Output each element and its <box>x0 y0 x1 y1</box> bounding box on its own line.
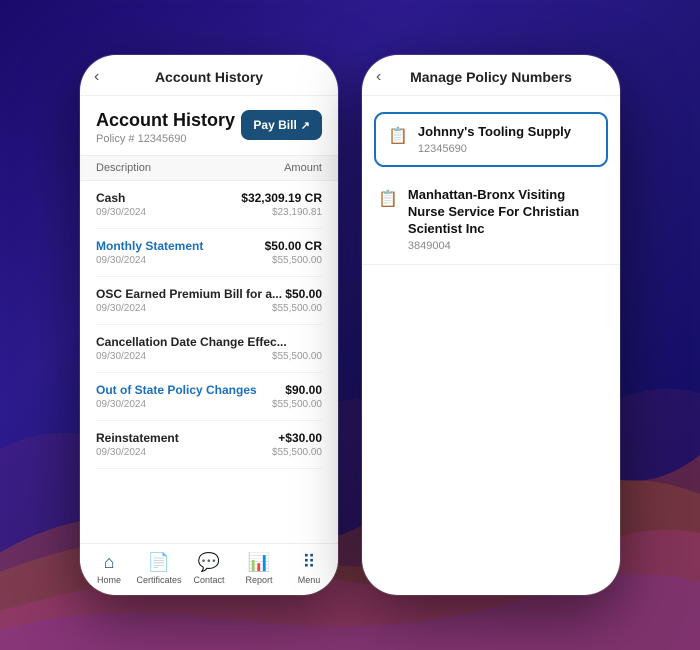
transaction-amount: +$30.00 <box>278 431 322 445</box>
policy-number-label: Policy # 12345690 <box>96 133 235 145</box>
account-title: Account History <box>96 110 235 131</box>
transaction-name: Reinstatement <box>96 431 179 445</box>
transaction-date: 09/30/2024 <box>96 399 146 410</box>
transaction-date: 09/30/2024 <box>96 303 146 314</box>
transaction-amount: $90.00 <box>285 383 322 397</box>
bottom-nav: ⌂ Home 📄 Certificates 💬 Contact 📊 Report ⠿ Menu <box>80 543 338 595</box>
transaction-item[interactable]: Out of State Policy Changes $90.00 09/30/2… <box>96 373 322 421</box>
table-header: Description Amount <box>80 155 338 181</box>
certificates-icon: 📄 <box>148 552 170 573</box>
transaction-sub-amount: $55,500.00 <box>272 351 322 362</box>
policy-item[interactable]: 📋 Manhattan-Bronx Visiting Nurse Service … <box>362 175 620 265</box>
menu-icon: ⠿ <box>302 552 315 573</box>
policy-doc-icon: 📋 <box>388 126 408 146</box>
nav-label-contact: Contact <box>193 575 224 585</box>
transactions-list: Cash $32,309.19 CR 09/30/2024 $23,190.81 Mon… <box>80 181 338 543</box>
transaction-sub-amount: $55,500.00 <box>272 447 322 458</box>
transaction-item: OSC Earned Premium Bill for a...$50.00 09… <box>96 277 322 325</box>
policy-list: 📋 Johnny's Tooling Supply 12345690 📋 Manhatt… <box>362 96 620 595</box>
transaction-name: Out of State Policy Changes <box>96 383 257 397</box>
policy-item[interactable]: 📋 Johnny's Tooling Supply 12345690 <box>374 112 608 167</box>
transaction-amount: $32,309.19 CR <box>241 191 322 205</box>
transaction-amount: $50.00 <box>285 287 322 301</box>
policy-info: Manhattan-Bronx Visiting Nurse Service F… <box>408 187 604 252</box>
description-column-header: Description <box>96 162 151 174</box>
nav-item-home[interactable]: ⌂ Home <box>84 552 134 585</box>
transaction-sub-amount: $55,500.00 <box>272 399 322 410</box>
left-back-button[interactable]: ‹ <box>94 68 99 86</box>
policy-name: Manhattan-Bronx Visiting Nurse Service F… <box>408 187 604 238</box>
report-icon: 📊 <box>248 552 270 573</box>
pay-bill-button[interactable]: Pay Bill ↗ <box>241 110 322 140</box>
policy-doc-icon: 📋 <box>378 189 398 209</box>
account-header: Account History Policy # 12345690 Pay Bi… <box>80 96 338 155</box>
transaction-sub-amount: $23,190.81 <box>272 207 322 218</box>
left-screen-title: Account History <box>155 69 263 85</box>
right-content: 📋 Johnny's Tooling Supply 12345690 📋 Manhatt… <box>362 96 620 595</box>
amount-column-header: Amount <box>284 162 322 174</box>
nav-item-menu[interactable]: ⠿ Menu <box>284 552 334 585</box>
phones-container: ‹ Account History Account History Policy… <box>80 55 620 595</box>
transaction-name: OSC Earned Premium Bill for a... <box>96 287 282 301</box>
right-phone: ‹ Manage Policy Numbers 📋 Johnny's Toolin… <box>362 55 620 595</box>
nav-item-contact[interactable]: 💬 Contact <box>184 552 234 585</box>
transaction-name: Monthly Statement <box>96 239 203 253</box>
nav-label-report: Report <box>245 575 272 585</box>
transaction-date: 09/30/2024 <box>96 351 146 362</box>
transaction-name: Cash <box>96 191 125 205</box>
left-screen-header: ‹ Account History <box>80 55 338 96</box>
transaction-sub-amount: $55,500.00 <box>272 255 322 266</box>
right-screen-title: Manage Policy Numbers <box>410 69 572 85</box>
home-icon: ⌂ <box>104 552 115 573</box>
right-screen-header: ‹ Manage Policy Numbers <box>362 55 620 96</box>
nav-label-menu: Menu <box>298 575 321 585</box>
left-phone: ‹ Account History Account History Policy… <box>80 55 338 595</box>
transaction-date: 09/30/2024 <box>96 255 146 266</box>
transaction-date: 09/30/2024 <box>96 207 146 218</box>
transaction-amount: $50.00 CR <box>265 239 322 253</box>
transaction-sub-amount: $55,500.00 <box>272 303 322 314</box>
policy-number: 3849004 <box>408 240 604 252</box>
external-link-icon: ↗ <box>301 119 310 132</box>
nav-label-certificates: Certificates <box>136 575 181 585</box>
policy-info: Johnny's Tooling Supply 12345690 <box>418 124 571 155</box>
transaction-item: Cash $32,309.19 CR 09/30/2024 $23,190.81 <box>96 181 322 229</box>
transaction-item[interactable]: Monthly Statement $50.00 CR 09/30/2024 $55,… <box>96 229 322 277</box>
transaction-item: Reinstatement +$30.00 09/30/2024 $55,500.00 <box>96 421 322 469</box>
transaction-name: Cancellation Date Change Effec... <box>96 335 287 349</box>
transaction-date: 09/30/2024 <box>96 447 146 458</box>
nav-item-report[interactable]: 📊 Report <box>234 552 284 585</box>
policy-number: 12345690 <box>418 143 571 155</box>
account-title-block: Account History Policy # 12345690 <box>96 110 235 145</box>
transaction-item: Cancellation Date Change Effec... 09/30/2… <box>96 325 322 373</box>
left-content: Account History Policy # 12345690 Pay Bi… <box>80 96 338 543</box>
nav-item-certificates[interactable]: 📄 Certificates <box>134 552 184 585</box>
contact-icon: 💬 <box>198 552 220 573</box>
policy-name: Johnny's Tooling Supply <box>418 124 571 141</box>
right-back-button[interactable]: ‹ <box>376 68 381 86</box>
nav-label-home: Home <box>97 575 121 585</box>
